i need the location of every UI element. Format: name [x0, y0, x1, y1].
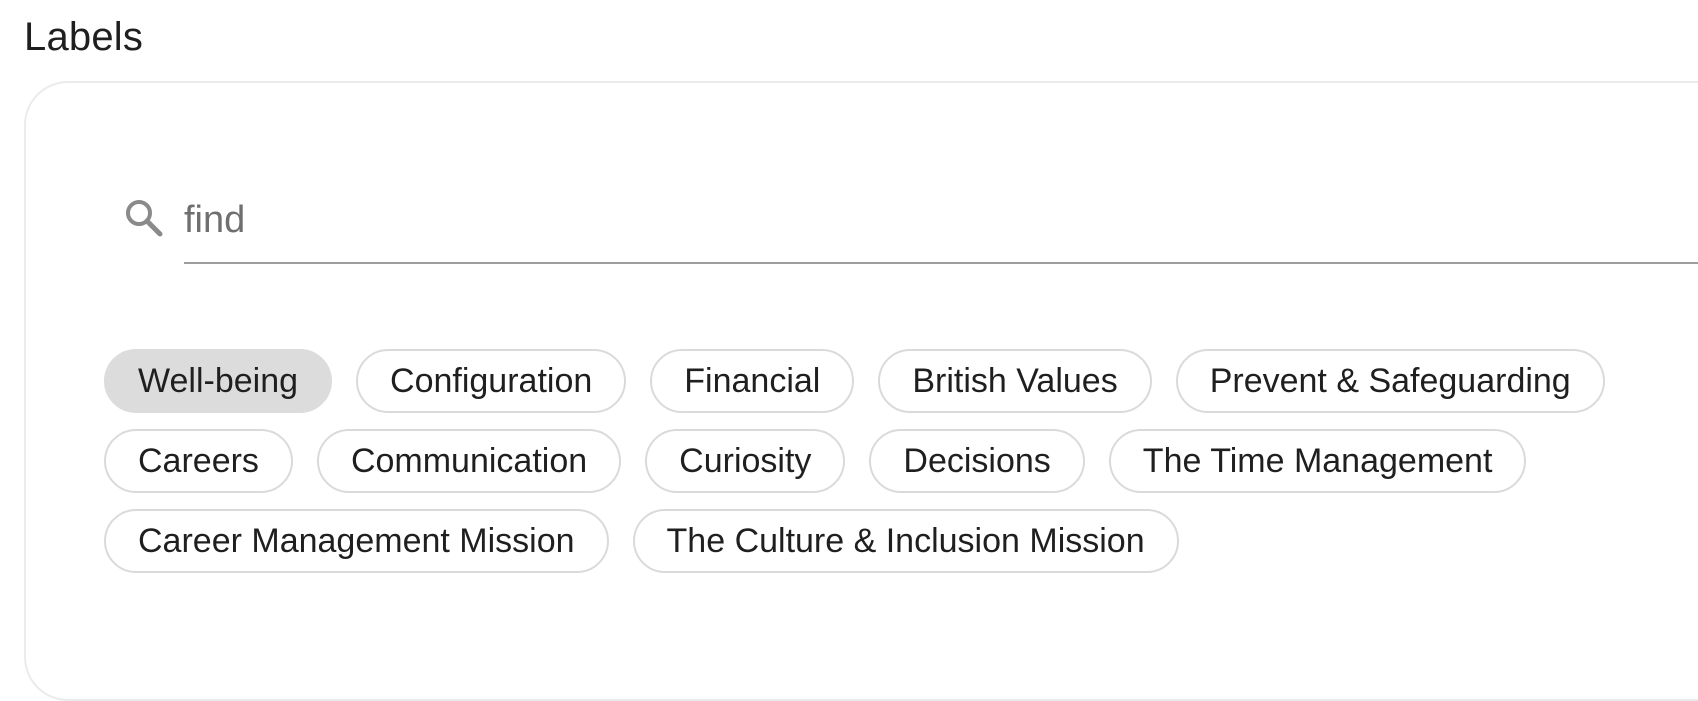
search-input[interactable] — [184, 188, 1698, 264]
chip-row: Well-being Configuration Financial Briti… — [104, 349, 1698, 413]
chip-career-management-mission[interactable]: Career Management Mission — [104, 509, 609, 573]
chip-well-being[interactable]: Well-being — [104, 349, 333, 413]
chip-communication[interactable]: Communication — [316, 429, 622, 493]
search-icon — [124, 198, 164, 238]
chip-prevent-safeguarding[interactable]: Prevent & Safeguarding — [1175, 349, 1605, 413]
chip-row: Career Management Mission The Culture & … — [104, 509, 1698, 573]
chip-time-management[interactable]: The Time Management — [1108, 429, 1527, 493]
label-chips: Well-being Configuration Financial Briti… — [104, 349, 1698, 589]
chip-configuration[interactable]: Configuration — [356, 349, 627, 413]
chip-curiosity[interactable]: Curiosity — [645, 429, 846, 493]
chip-british-values[interactable]: British Values — [878, 349, 1152, 413]
chip-row: Careers Communication Curiosity Decision… — [104, 429, 1698, 493]
chip-decisions[interactable]: Decisions — [869, 429, 1085, 493]
chip-careers[interactable]: Careers — [104, 429, 293, 493]
search-row — [124, 188, 1698, 266]
page-title: Labels — [24, 15, 144, 59]
chip-culture-inclusion-mission[interactable]: The Culture & Inclusion Mission — [632, 509, 1179, 573]
chip-financial[interactable]: Financial — [650, 349, 855, 413]
